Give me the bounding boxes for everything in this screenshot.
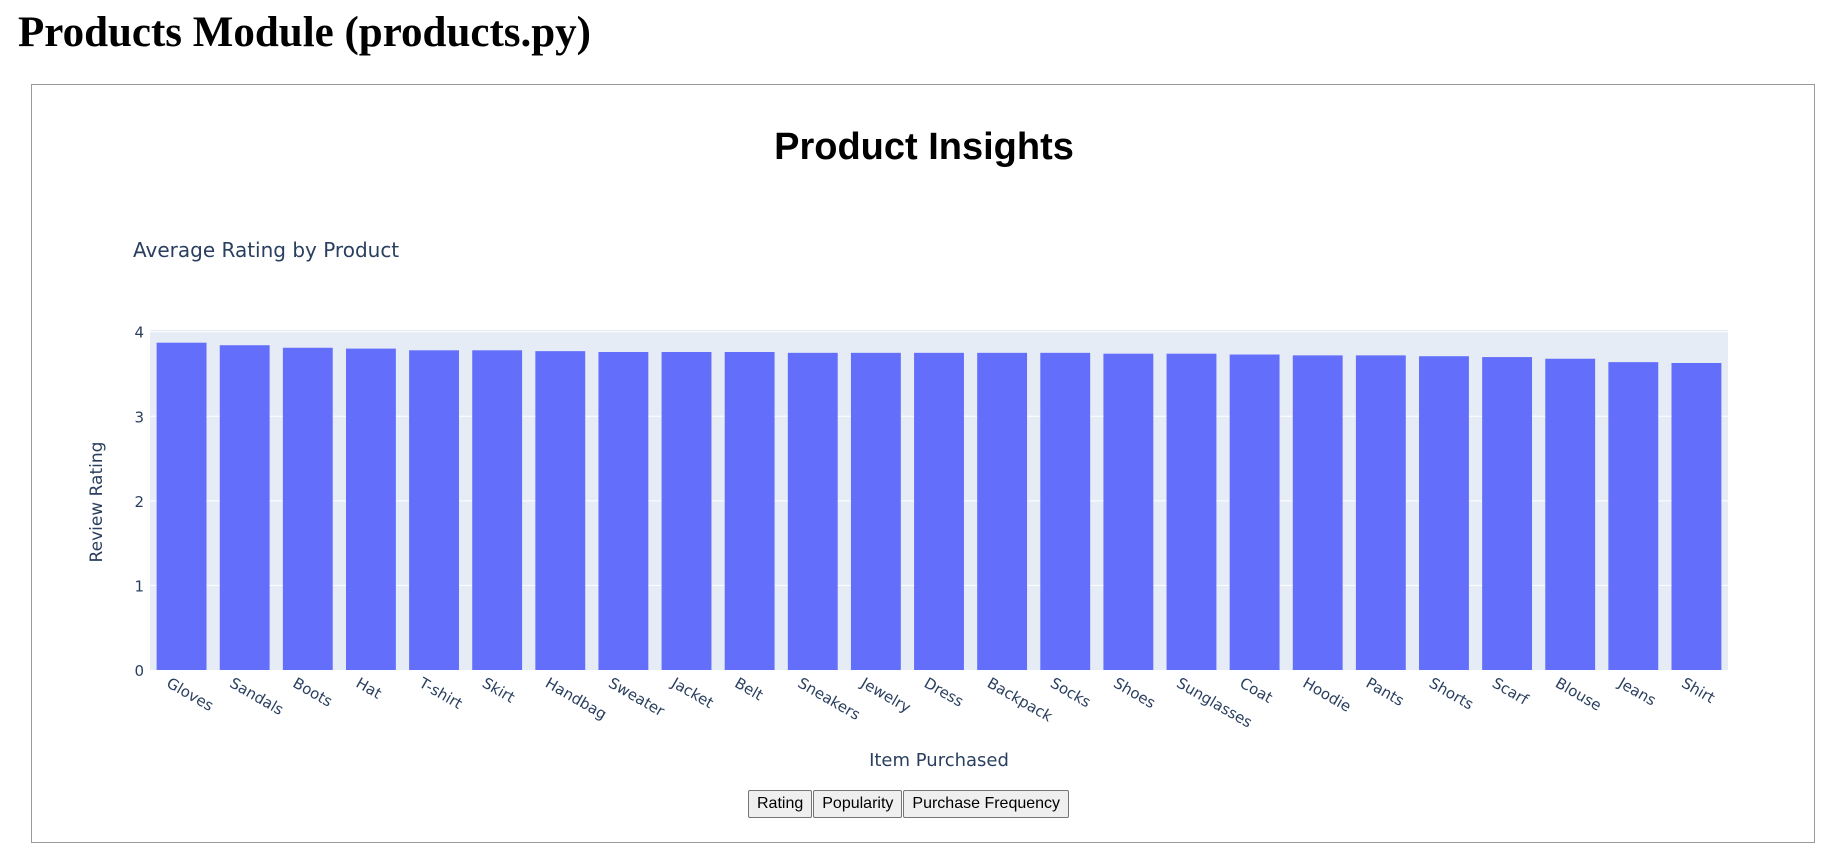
x-axis-ticks: Gloves Sandals Boots Hat T-shirt Skirt Handbag… [164, 673, 1719, 731]
x-tick-label: Scarf [1489, 674, 1532, 709]
chart-card: Product Insights Average Rating by Produ… [31, 84, 1815, 843]
x-tick-label: T-shirt [415, 673, 465, 713]
bar[interactable] [598, 351, 649, 670]
y-tick-label: 3 [134, 408, 144, 426]
x-tick-label: Gloves [164, 674, 217, 715]
bar[interactable] [345, 348, 396, 670]
bar[interactable] [535, 351, 586, 670]
x-tick-label: Hat [353, 674, 385, 703]
x-tick-label: Handbag [542, 674, 610, 723]
bars [156, 342, 1722, 670]
x-axis-label: Item Purchased [869, 750, 1009, 771]
bar[interactable] [724, 351, 775, 670]
bar[interactable] [1229, 354, 1280, 670]
bar[interactable] [472, 350, 523, 670]
bar[interactable] [1103, 353, 1154, 670]
x-tick-label: Jewelry [857, 673, 914, 716]
y-tick-label: 0 [134, 662, 144, 680]
y-tick-label: 2 [134, 493, 144, 511]
bar[interactable] [1166, 353, 1217, 670]
bar[interactable] [219, 345, 270, 670]
x-tick-label: Pants [1363, 674, 1407, 710]
bar[interactable] [282, 347, 333, 670]
y-tick-label: 4 [134, 324, 144, 342]
chart-subtitle: Average Rating by Product [133, 238, 399, 262]
x-tick-label: Sweater [605, 674, 668, 721]
chart-title: Product Insights [774, 126, 1074, 168]
x-tick-label: Jacket [668, 673, 717, 712]
popularity-button[interactable]: Popularity [813, 790, 903, 818]
bar[interactable] [1355, 355, 1406, 670]
bar[interactable] [1419, 356, 1469, 670]
bar[interactable] [409, 350, 459, 670]
rating-button[interactable]: Rating [748, 790, 813, 818]
y-axis-label: Review Rating [87, 442, 107, 563]
x-tick-label: Belt [732, 674, 767, 704]
bar[interactable] [156, 342, 207, 670]
y-axis-ticks: 0 1 2 3 4 [134, 324, 144, 680]
bar[interactable] [661, 351, 712, 670]
x-tick-label: Blouse [1552, 674, 1604, 715]
purchase-frequency-button[interactable]: Purchase Frequency [903, 790, 1070, 818]
x-tick-label: Shorts [1426, 674, 1477, 714]
x-tick-label: Boots [290, 674, 336, 711]
x-tick-label: Sneakers [795, 674, 864, 724]
bar[interactable] [1608, 362, 1659, 670]
bar[interactable] [1545, 358, 1596, 670]
y-tick-label: 1 [134, 577, 144, 595]
bar[interactable] [977, 352, 1028, 670]
x-tick-label: Backpack [984, 674, 1056, 726]
x-tick-label: Shoes [1110, 674, 1158, 712]
bar[interactable] [1671, 362, 1722, 670]
bar[interactable] [1482, 357, 1533, 670]
view-toggle-buttons: Rating Popularity Purchase Frequency [748, 790, 1070, 818]
x-tick-label: Dress [921, 674, 967, 711]
x-tick-label: Jeans [1614, 673, 1659, 709]
page-heading: Products Module (products.py) [18, 9, 591, 56]
bar[interactable] [850, 352, 901, 670]
x-tick-label: Sandals [227, 674, 287, 719]
x-tick-label: Socks [1047, 674, 1094, 711]
bar[interactable] [787, 352, 838, 670]
x-tick-label: Coat [1237, 674, 1276, 707]
bar[interactable] [1040, 352, 1091, 670]
x-tick-label: Hoodie [1300, 674, 1355, 716]
bar[interactable] [1292, 355, 1343, 670]
bar-chart: Product Insights Average Rating by Produ… [87, 126, 1728, 771]
x-tick-label: Skirt [479, 674, 518, 707]
bar[interactable] [914, 352, 964, 670]
x-tick-label: Shirt [1678, 674, 1718, 707]
